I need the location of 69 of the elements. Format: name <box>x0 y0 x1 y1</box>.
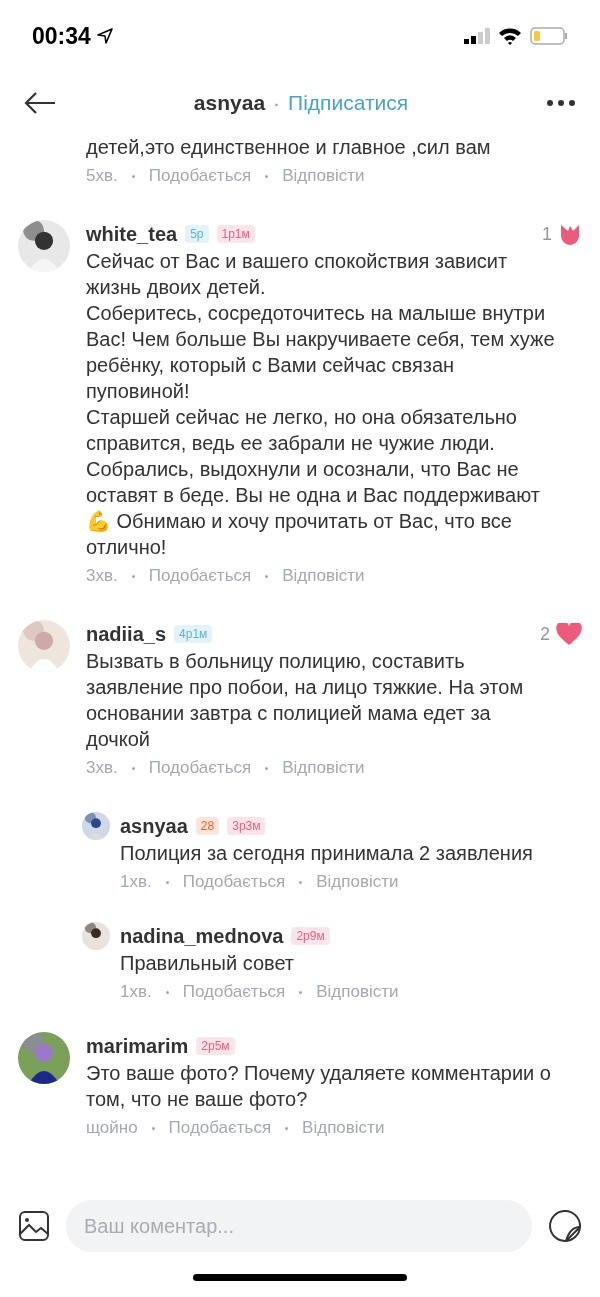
separator-dot <box>285 1126 289 1130</box>
comment-time: 1хв. <box>120 982 152 1002</box>
like-link[interactable]: Подобається <box>182 872 286 892</box>
separator-dot: · <box>273 91 281 115</box>
reply-link[interactable]: Відповісти <box>282 566 365 586</box>
separator-dot <box>131 766 135 770</box>
separator-dot <box>131 174 135 178</box>
avatar[interactable] <box>18 220 70 272</box>
reply-link[interactable]: Відповісти <box>282 166 365 186</box>
separator-dot <box>265 766 269 770</box>
separator-dot <box>151 1126 155 1130</box>
comment-text: Полиция за сегодня принимала 2 заявления <box>120 841 534 866</box>
user-badge: 3р3м <box>227 817 266 835</box>
comment-time: 5хв. <box>86 166 118 186</box>
separator-dot <box>165 880 169 884</box>
comment-text: Сейчас от Вас и вашего спокойствия зависит жизнь двоих детей. Соберитесь, сосредоточитесь на малыше внутри Вас! Чем больше Вы накручиваете себя, тем хуже ребёнку, который с Вами сейчас связан пуповиной! Старшей сейчас не легко, но она обязательно справится, ведь ее забрали не чужие люди. Собрались, выдохнули и осознали, что Вас не оставят в беде. Вы не одна и Вас поддерживают💪 Обнимаю и хочу прочитать от Вас, что все отлично! <box>86 249 556 560</box>
like-link[interactable]: Подобається <box>148 566 252 586</box>
separator-dot <box>131 574 135 578</box>
avatar[interactable] <box>18 1032 70 1084</box>
user-badge: 28 <box>195 817 220 835</box>
comment-text: детей,это единственное и главное ,сил вам <box>86 135 492 160</box>
comment-text: Правильный совет <box>120 951 296 976</box>
like-link[interactable]: Подобається <box>148 758 252 778</box>
status-time: 00:34 <box>32 22 91 50</box>
like-count: 1 <box>542 223 552 245</box>
comment-time: 3хв. <box>86 566 118 586</box>
comment-text: Это ваше фото? Почему удаляете комментарии о том, что не ваше фото? <box>86 1061 552 1112</box>
username[interactable]: nadina_mednova <box>120 924 284 948</box>
wifi-icon <box>498 27 522 45</box>
comment-input[interactable]: Ваш коментар... <box>66 1200 532 1252</box>
user-badge: 1р1м <box>216 225 255 243</box>
sticker-icon[interactable] <box>548 1209 582 1243</box>
user-badge: 5р <box>185 225 209 243</box>
battery-icon <box>530 27 568 45</box>
follow-link[interactable]: Підписатися <box>288 91 409 115</box>
header-username[interactable]: asnyaa <box>193 91 266 115</box>
avatar[interactable] <box>82 812 110 840</box>
user-badge: 4р1м <box>174 625 213 643</box>
back-arrow-icon[interactable] <box>24 91 56 115</box>
reply-link[interactable]: Відповісти <box>282 758 365 778</box>
image-icon[interactable] <box>18 1210 50 1242</box>
signal-icon <box>464 28 490 44</box>
more-icon[interactable] <box>546 99 576 107</box>
separator-dot <box>265 174 269 178</box>
like-count: 2 <box>540 623 550 645</box>
separator-dot <box>299 990 303 994</box>
comment-time: 3хв. <box>86 758 118 778</box>
reply-link[interactable]: Відповісти <box>302 1118 385 1138</box>
reply-link[interactable]: Відповісти <box>316 982 399 1002</box>
user-badge: 2р9м <box>291 927 330 945</box>
like-link[interactable]: Подобається <box>168 1118 272 1138</box>
reply-link[interactable]: Відповісти <box>316 872 399 892</box>
separator-dot <box>165 990 169 994</box>
separator-dot <box>299 880 303 884</box>
comment-text: Вызвать в больницу полицию, составить заявление про побои, на лицо тяжкие. На этом основании завтра с полицией мама едет за дочкой <box>86 649 525 752</box>
username[interactable]: white_tea <box>86 222 178 246</box>
username[interactable]: marimarim <box>86 1034 189 1058</box>
avatar[interactable] <box>82 922 110 950</box>
like-link[interactable]: Подобається <box>148 166 252 186</box>
separator-dot <box>265 574 269 578</box>
location-arrow-icon <box>96 28 113 44</box>
comment-time: щойно <box>86 1118 138 1138</box>
heart-icon[interactable] <box>556 623 582 645</box>
username[interactable]: asnyaa <box>120 814 188 838</box>
user-badge: 2р5м <box>196 1037 235 1055</box>
username[interactable]: nadiia_s <box>86 622 167 646</box>
like-link[interactable]: Подобається <box>182 982 286 1002</box>
tulip-icon[interactable] <box>558 222 582 246</box>
comment-time: 1хв. <box>120 872 152 892</box>
